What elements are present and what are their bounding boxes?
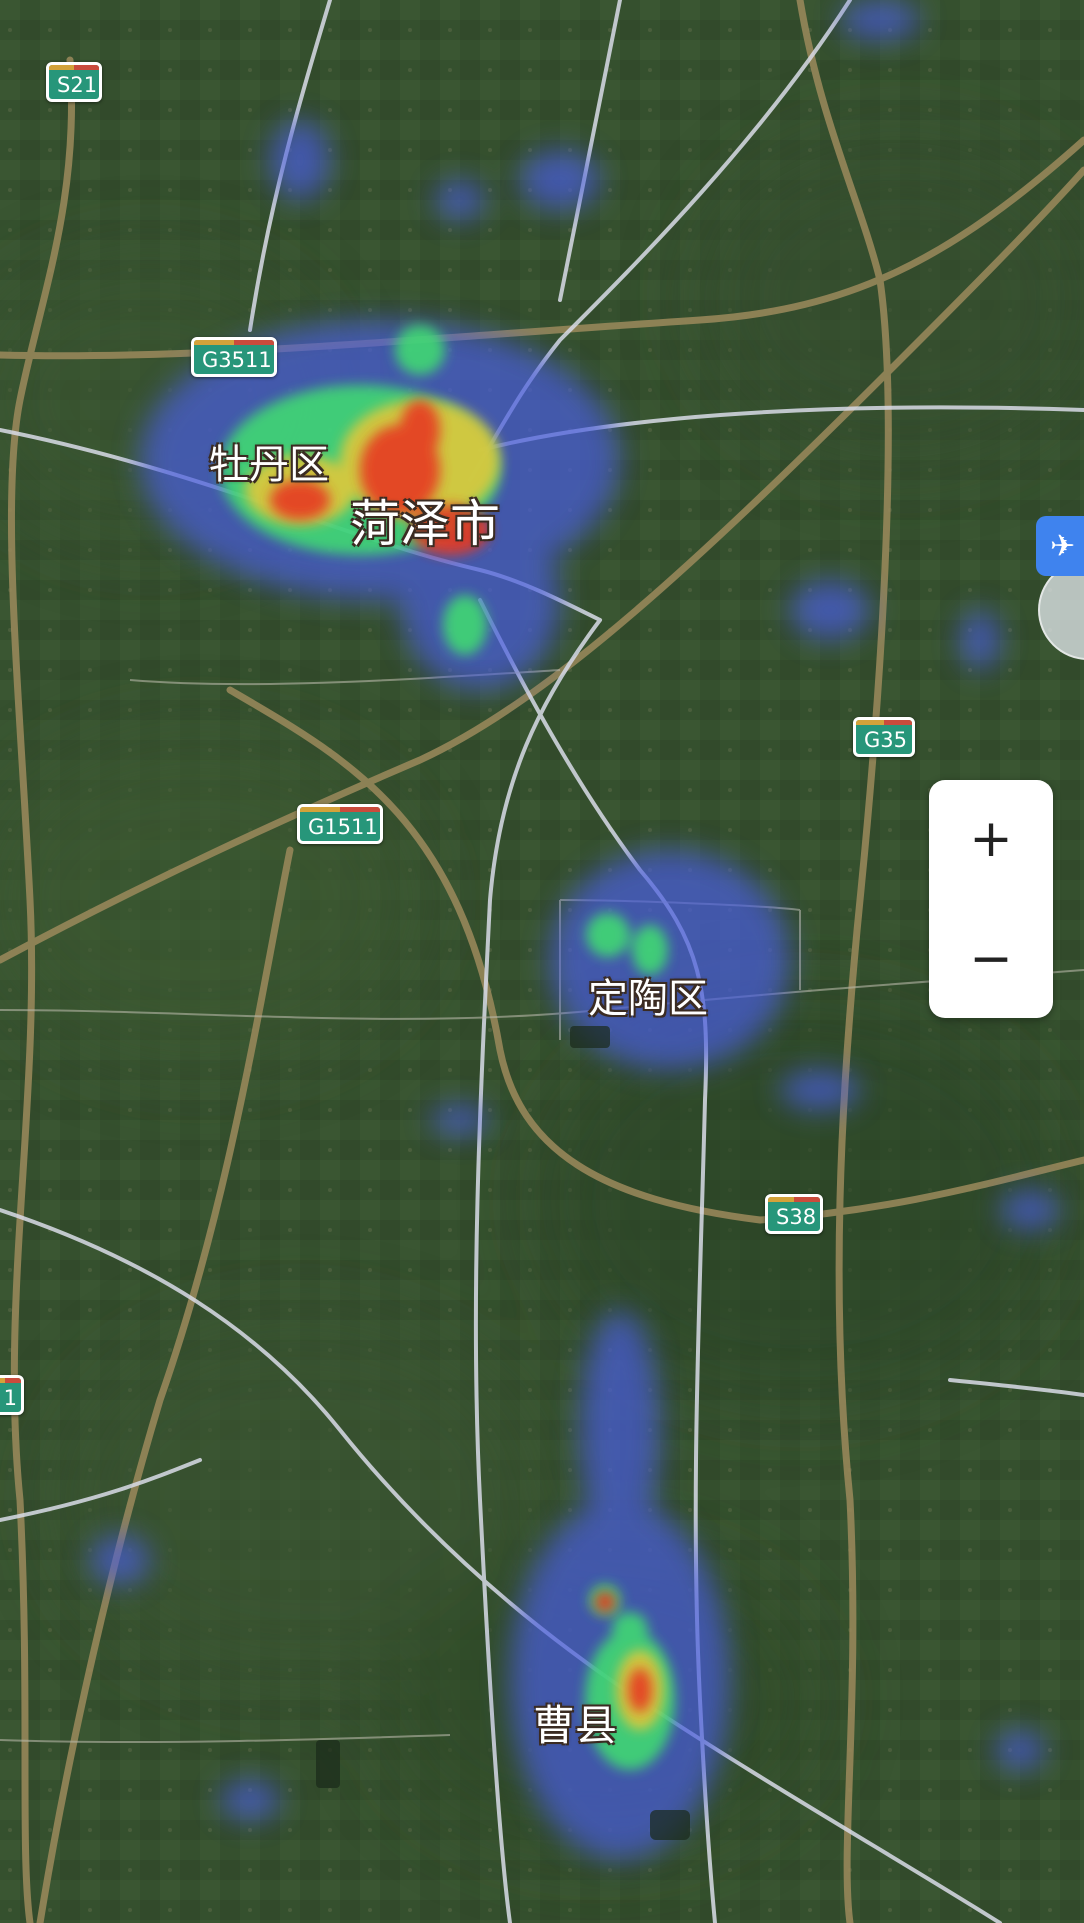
place-label-heze[interactable]: 菏泽市 xyxy=(350,484,500,556)
place-label-dingtao[interactable]: 定陶区 xyxy=(588,966,708,1024)
satellite-basemap xyxy=(0,0,1084,1923)
zoom-control: + − xyxy=(929,780,1053,1018)
road-shield-g1511: G1511 xyxy=(297,804,383,844)
road-shield-s21: S21 xyxy=(46,62,102,102)
road-shield-g3511: G3511 xyxy=(191,337,277,377)
road-shield-g35: G35 xyxy=(853,717,915,757)
zoom-out-button[interactable]: − xyxy=(929,900,1053,1018)
airport-marker[interactable]: ✈ xyxy=(1036,516,1084,576)
place-label-mudan[interactable]: 牡丹区 xyxy=(209,432,329,490)
road-shield-s38: S38 xyxy=(765,1194,823,1234)
road-shield-partial: 1 xyxy=(0,1375,24,1415)
map-view[interactable]: S21 G3511 G1511 G35 S38 1 牡丹区 菏泽市 定陶区 曹县… xyxy=(0,0,1084,1923)
place-label-caoxian[interactable]: 曹县 xyxy=(533,1692,617,1753)
zoom-in-button[interactable]: + xyxy=(929,780,1053,898)
airplane-icon: ✈ xyxy=(1050,528,1076,564)
